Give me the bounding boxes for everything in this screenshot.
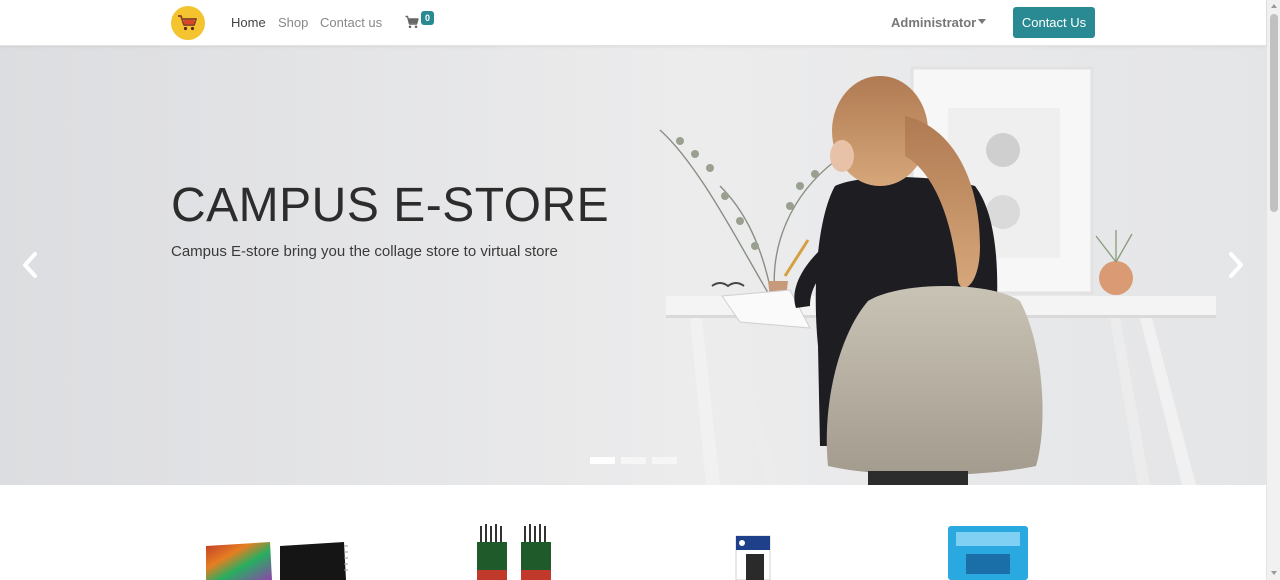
carousel-indicator-2[interactable] [621, 457, 646, 464]
user-menu-dropdown[interactable]: Administrator [891, 15, 976, 30]
hero-title: CAMPUS E-STORE [171, 179, 610, 232]
shopping-cart-logo-icon[interactable] [171, 6, 205, 40]
nav-home-link[interactable]: Home [231, 15, 266, 30]
pens-product-image[interactable] [734, 520, 774, 580]
chevron-left-icon [23, 252, 37, 278]
cart-icon[interactable] [405, 15, 419, 29]
notebook-product-image[interactable] [204, 520, 348, 580]
navbar: Home Shop Contact us 0 Administrator Con… [0, 0, 1266, 46]
cart-count-badge: 0 [421, 11, 434, 25]
carousel-prev-button[interactable] [18, 250, 42, 280]
hero-background-image [0, 46, 1266, 485]
nav-contact-link[interactable]: Contact us [320, 15, 382, 30]
hero-carousel: CAMPUS E-STORE Campus E-store bring you … [0, 46, 1266, 485]
carousel-indicator-3[interactable] [652, 457, 677, 464]
stationery-pack-product-image[interactable] [946, 520, 1030, 580]
carousel-indicator-1[interactable] [590, 457, 615, 464]
carousel-indicators [590, 457, 677, 464]
carousel-next-button[interactable] [1224, 250, 1248, 280]
chevron-right-icon [1229, 252, 1243, 278]
scrollbar-thumb[interactable] [1270, 14, 1278, 212]
hero-subtitle: Campus E-store bring you the collage sto… [171, 243, 558, 260]
nav-shop-link[interactable]: Shop [278, 15, 308, 30]
page: Home Shop Contact us 0 Administrator Con… [0, 0, 1280, 580]
chevron-down-icon [978, 19, 986, 24]
contact-us-button-label: Contact Us [1021, 15, 1087, 30]
contact-us-button[interactable]: Contact Us [1013, 7, 1095, 38]
pencils-product-image[interactable] [476, 520, 556, 580]
page-scrollbar[interactable] [1266, 0, 1280, 580]
scroll-down-arrow-icon[interactable] [1271, 571, 1277, 575]
scroll-up-arrow-icon[interactable] [1271, 4, 1277, 8]
